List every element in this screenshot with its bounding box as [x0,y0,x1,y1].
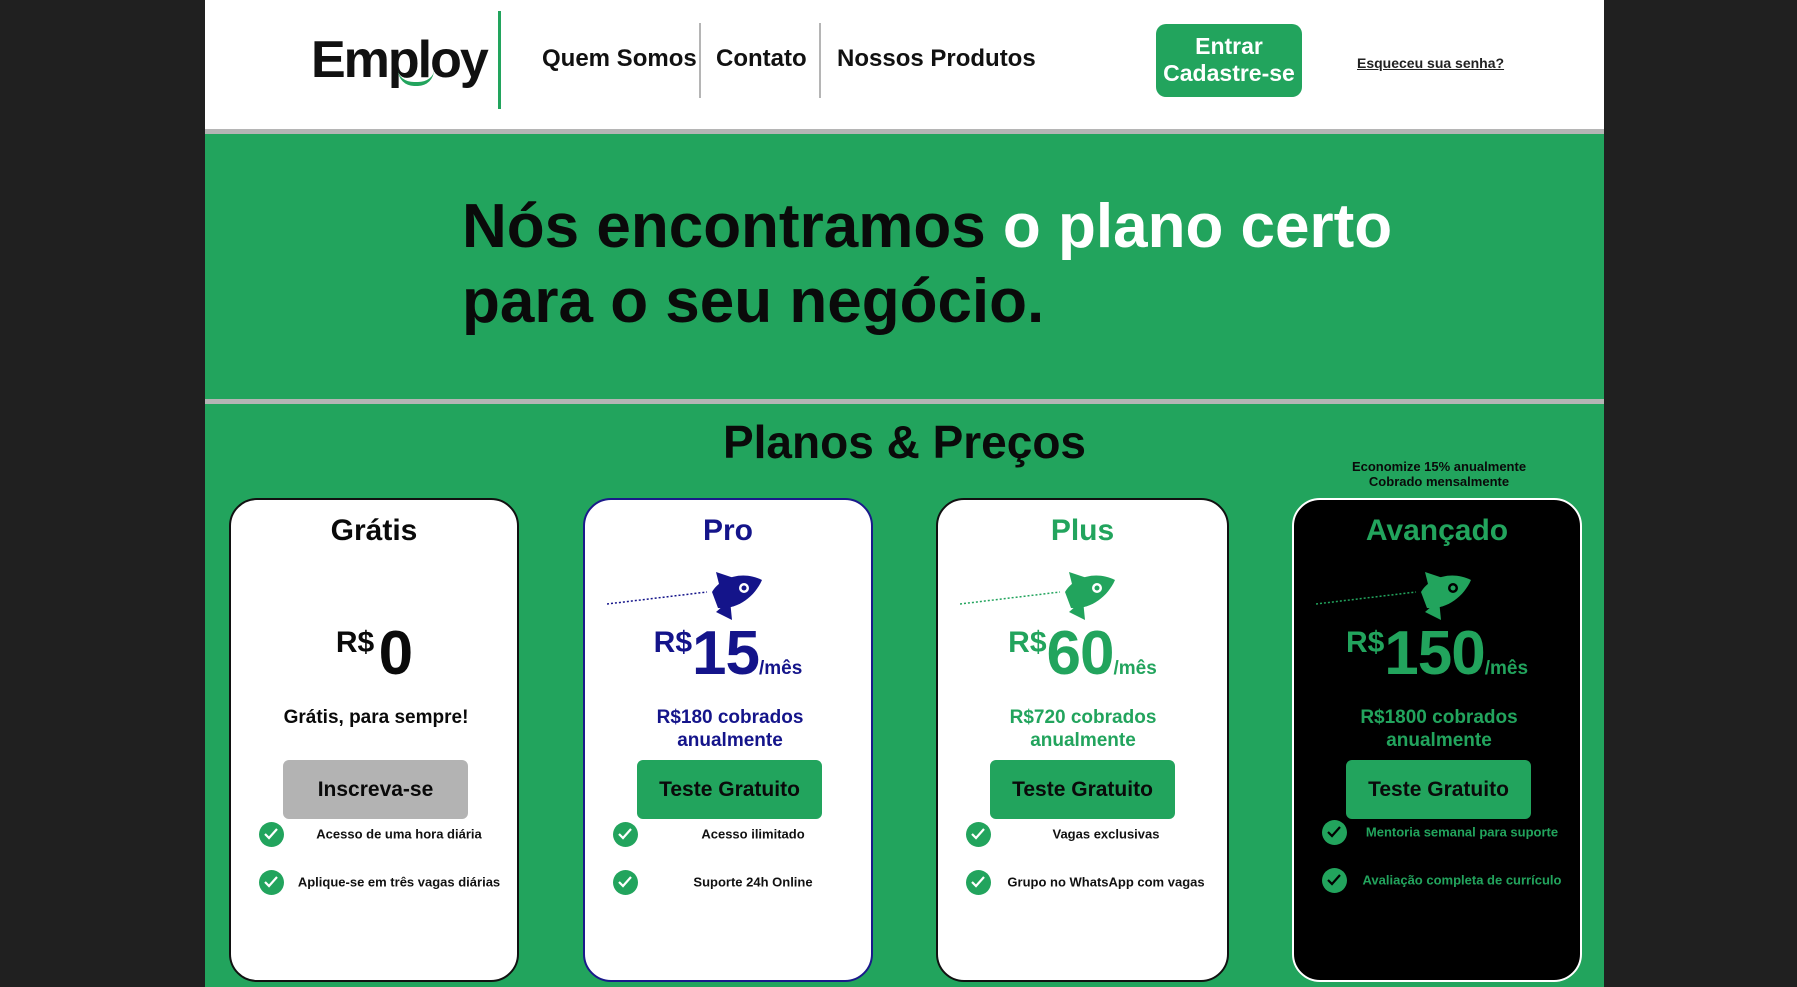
nav-nossos-produtos[interactable]: Nossos Produtos [837,45,1036,73]
hero: Nós encontramos o plano certo para o seu… [205,134,1604,404]
login-signup-button[interactable]: Entrar Cadastre-se [1156,24,1302,97]
rocket-icon [1316,572,1471,620]
feature-item: Vagas exclusivas [966,812,1216,856]
plan-price: R$150/mês [1294,618,1580,689]
save-note-line1: Economize 15% anualmente [1351,459,1527,474]
rocket-icon [960,572,1115,620]
check-icon [966,870,991,895]
plan-billing: R$720 cobrados anualmente [1009,707,1157,751]
nav-divider [819,23,821,98]
hero-title-part1: Nós encontramos [462,192,1003,261]
plan-card-pro: Pro R$15/mês R$180 cobrados anualmente T… [583,498,873,982]
feature-item: Mentoria semanal para suporte [1322,810,1572,854]
feature-item: Aplique-se em três vagas diárias [259,860,509,904]
plan-card-gratis: Grátis R$ 0 Grátis, para sempre! Inscrev… [229,498,519,982]
signup-button[interactable]: Inscreva-se [283,760,468,819]
login-label: Entrar [1195,33,1263,59]
nav-contato[interactable]: Contato [716,45,807,73]
signup-label: Cadastre-se [1163,60,1295,86]
feature-item: Grupo no WhatsApp com vagas [966,860,1216,904]
free-trial-button[interactable]: Teste Gratuito [990,760,1175,819]
header: Employ Quem Somos Contato Nossos Produto… [205,0,1604,134]
check-icon [259,870,284,895]
feature-text: Acesso de uma hora diária [316,826,482,842]
plan-name: Grátis [330,514,418,547]
logo-divider [498,11,501,109]
price-period: /mês [759,658,803,679]
feature-item: Avaliação completa de currículo [1322,858,1572,902]
plan-name: Plus [1050,514,1115,547]
feature-text: Avaliação completa de currículo [1362,872,1562,888]
check-icon [1322,820,1347,845]
feature-text: Grupo no WhatsApp com vagas [1007,874,1205,890]
price-period: /mês [1484,658,1529,679]
feature-item: Acesso ilimitado [613,812,863,856]
price-amount: 60 [1046,619,1115,688]
price-amount: 150 [1384,619,1485,688]
check-icon [613,822,638,847]
plan-card-plus: Plus R$60/mês R$720 cobrados anualmente … [936,498,1229,982]
price-currency: R$ [653,626,693,659]
nav-divider [699,23,701,98]
feature-text: Vagas exclusivas [1052,826,1160,842]
feature-text: Aplique-se em três vagas diárias [297,874,501,890]
feature-item: Acesso de uma hora diária [259,812,509,856]
price-currency: R$ [335,626,375,659]
plan-name: Avançado [1365,514,1509,547]
plan-card-avancado: Avançado R$150/mês R$1800 cobrados anual… [1292,498,1582,982]
feature-item: Suporte 24h Online [613,860,863,904]
hero-title-part2: para o seu negócio. [462,267,1045,336]
check-icon [259,822,284,847]
nav-quem-somos[interactable]: Quem Somos [542,45,697,73]
price-amount: 0 [378,619,413,688]
price-currency: R$ [1345,626,1385,659]
page: Employ Quem Somos Contato Nossos Produto… [205,0,1604,987]
hero-title: Nós encontramos o plano certo para o seu… [462,189,1462,339]
forgot-password-link[interactable]: Esqueceu sua senha? [1357,55,1504,71]
plan-name: Pro [702,514,753,547]
plan-price: R$ 0 [231,618,517,689]
hero-title-highlight: o plano certo [1002,192,1393,261]
feature-text: Suporte 24h Online [693,874,813,890]
plan-billing: R$180 cobrados anualmente [656,707,804,751]
rocket-icon [607,572,762,620]
price-currency: R$ [1008,626,1047,659]
save-note-line2: Cobrado mensalmente [1368,474,1510,489]
feature-text: Acesso ilimitado [701,826,805,842]
check-icon [1322,868,1347,893]
check-icon [966,822,991,847]
price-period: /mês [1113,658,1157,679]
free-trial-button[interactable]: Teste Gratuito [637,760,822,819]
plan-price: R$60/mês [938,618,1227,689]
plan-price: R$15/mês [585,618,871,689]
feature-text: Mentoria semanal para suporte [1365,824,1559,840]
plan-billing: R$1800 cobrados anualmente [1360,707,1518,751]
check-icon [613,870,638,895]
logo[interactable]: Employ [311,30,489,90]
plan-billing: Grátis, para sempre! [283,707,469,728]
annual-savings-note: Economize 15% anualmente Cobrado mensalm… [1334,459,1544,489]
price-amount: 15 [692,619,760,688]
